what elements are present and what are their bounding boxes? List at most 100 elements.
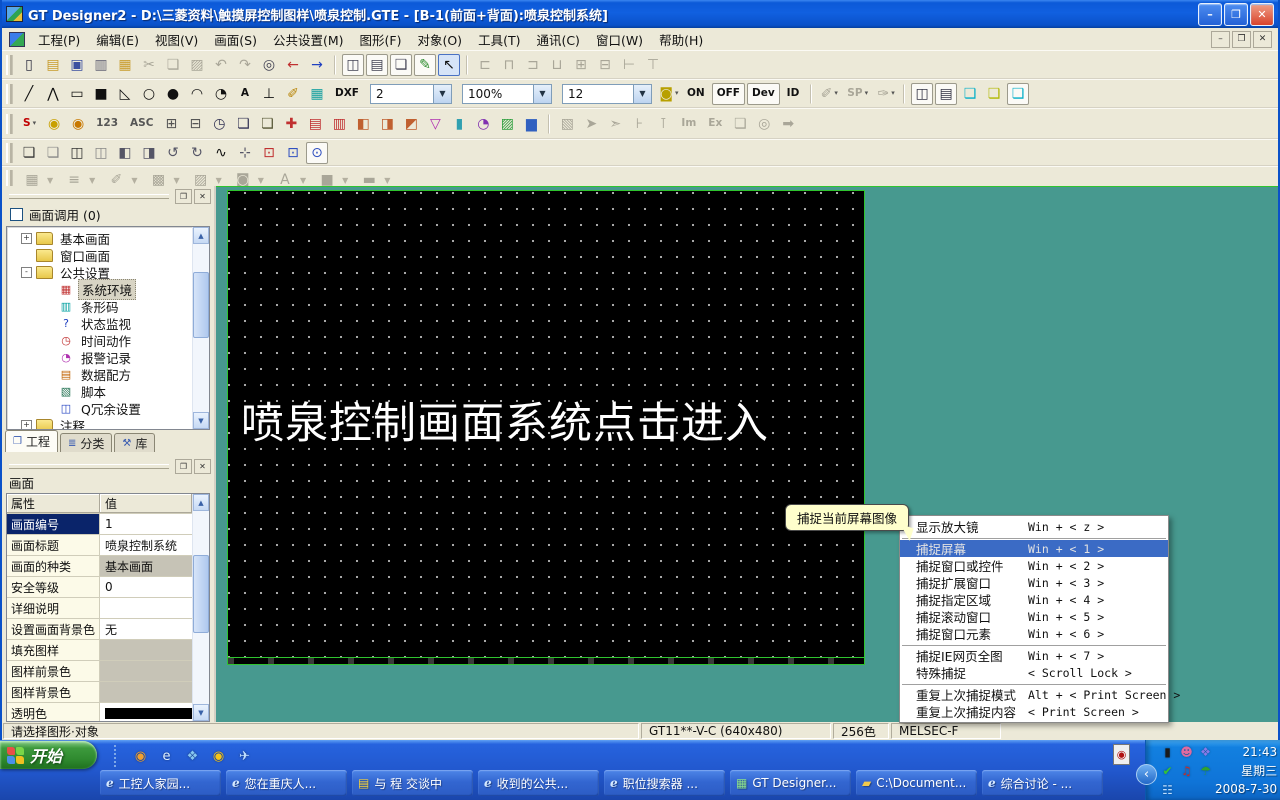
tree-expand-toggle[interactable]: + xyxy=(21,420,32,429)
toolbar-button[interactable]: ✂▾ xyxy=(138,54,160,76)
object-tool-button[interactable]: ▨▾ xyxy=(496,113,518,135)
toolbar-button[interactable]: ▾ xyxy=(334,55,336,75)
font-size-combo[interactable]: 12 ▼ xyxy=(562,84,652,104)
property-value[interactable] xyxy=(100,661,192,681)
minimize-button[interactable]: – xyxy=(1198,3,1222,26)
draw-tool-button[interactable]: ╱▾ xyxy=(18,83,40,105)
menu-item[interactable]: 画面(S) xyxy=(206,28,265,51)
edit-tool-button[interactable]: ❏▾ xyxy=(42,142,64,164)
toolbar-button[interactable]: SP▾ xyxy=(842,83,873,105)
object-tool-button[interactable]: ⊟▾ xyxy=(184,113,206,135)
context-menu-item[interactable]: 捕捉窗口或控件 Win + < 2 > xyxy=(900,557,1168,574)
task-button[interactable]: ▤ 与 程 交谈中 xyxy=(352,770,473,796)
toolbar-grip[interactable] xyxy=(6,143,13,163)
draw-tool-button[interactable]: ◠▾ xyxy=(186,83,208,105)
project-tab[interactable]: ❐ 工程 xyxy=(5,430,58,452)
object-tool-button[interactable]: S▾ xyxy=(18,113,41,135)
draw-tool-button[interactable]: ■▾ xyxy=(90,83,112,105)
property-value[interactable]: 基本画面 xyxy=(100,556,192,576)
property-value[interactable] xyxy=(100,598,192,618)
tray-icon[interactable]: ❖ xyxy=(1196,742,1215,761)
toolbar-button[interactable]: ◎▾ xyxy=(258,54,280,76)
object-tool-button[interactable]: ▽▾ xyxy=(424,113,446,135)
property-row[interactable]: 透明色 xyxy=(7,703,192,721)
toolbar-button[interactable]: ⊟▾ xyxy=(594,54,616,76)
property-value[interactable] xyxy=(100,682,192,702)
edit-tool-button[interactable]: ⊹▾ xyxy=(234,142,256,164)
toolbar-button[interactable]: ❏▾ xyxy=(1007,83,1029,105)
object-tool-button[interactable]: ⊺▾ xyxy=(652,113,674,135)
object-tool-button[interactable]: Im▾ xyxy=(676,113,701,135)
tray-icon[interactable]: ☷ xyxy=(1158,780,1177,799)
toolbar-button[interactable]: ▤▾ xyxy=(42,54,64,76)
combo-dropdown-icon[interactable]: ▼ xyxy=(533,85,551,103)
toolbar-button[interactable]: ▤▾ xyxy=(366,54,388,76)
tree-item[interactable]: 窗口画面 xyxy=(7,247,192,264)
project-tab[interactable]: ≣ 分类 xyxy=(60,433,112,452)
property-row[interactable]: 设置画面背景色 无 xyxy=(7,619,192,640)
context-menu-item[interactable]: 重复上次捕捉模式 Alt + < Print Screen > xyxy=(900,686,1168,703)
object-tool-button[interactable]: ◧▾ xyxy=(352,113,374,135)
panel-float-button[interactable]: ❐ xyxy=(175,189,192,204)
property-row[interactable]: 图样前景色 xyxy=(7,661,192,682)
toolbar-button[interactable]: ❏▾ xyxy=(390,54,412,76)
toolbar-button[interactable]: ❏▾ xyxy=(983,83,1005,105)
quick-launch-icon[interactable]: ◉ xyxy=(209,747,228,766)
draw-tool-button[interactable]: ✐▾ xyxy=(282,83,304,105)
panel-close-button[interactable]: ✕ xyxy=(194,189,211,204)
object-tool-button[interactable]: ➡▾ xyxy=(777,113,799,135)
task-button[interactable]: e 收到的公共... xyxy=(478,770,599,796)
edit-tool-button[interactable]: ∿▾ xyxy=(210,142,232,164)
object-tool-button[interactable]: ◉▾ xyxy=(43,113,65,135)
property-row[interactable]: 画面的种类 基本画面 xyxy=(7,556,192,577)
object-tool-button[interactable]: ▧▾ xyxy=(556,113,578,135)
task-button[interactable]: e 职位搜索器 ... xyxy=(604,770,725,796)
context-menu-item[interactable]: 特殊捕捉 < Scroll Lock > xyxy=(900,664,1168,681)
tray-icon[interactable]: ☂ xyxy=(1196,761,1215,780)
tree-item[interactable]: ◫ Q冗余设置 xyxy=(7,400,192,417)
panel-float-button[interactable]: ❐ xyxy=(175,459,192,474)
property-value[interactable]: 0 xyxy=(100,577,192,597)
context-menu-item[interactable]: 重复上次捕捉内容 < Print Screen > xyxy=(900,703,1168,720)
object-tool-button[interactable]: ◷▾ xyxy=(208,113,230,135)
tray-icon[interactable]: ♫ xyxy=(1177,761,1196,780)
draw-tool-button[interactable]: ◺▾ xyxy=(114,83,136,105)
capture-tray-icon[interactable]: ◉ xyxy=(1113,744,1130,765)
task-button[interactable]: e 综合讨论 - ... xyxy=(982,770,1103,796)
property-row[interactable]: 画面编号 1 xyxy=(7,514,192,535)
property-value[interactable]: 无 xyxy=(100,619,192,639)
draw-tool-button[interactable]: ⊥▾ xyxy=(258,83,280,105)
toolbar-button[interactable]: ✐▾ xyxy=(818,83,840,105)
toolbar-button[interactable]: ✎▾ xyxy=(414,54,436,76)
object-tool-button[interactable]: ▆▾ xyxy=(520,113,542,135)
scroll-down-icon[interactable]: ▼ xyxy=(193,704,209,721)
property-value[interactable]: 喷泉控制系统 xyxy=(100,535,192,555)
toolbar-grip[interactable] xyxy=(6,55,13,75)
mdi-restore-button[interactable]: ❐ xyxy=(1232,31,1251,48)
combo-dropdown-icon[interactable]: ▼ xyxy=(633,85,651,103)
menu-item[interactable]: 工具(T) xyxy=(470,28,528,51)
taskbar-divider[interactable] xyxy=(114,745,120,767)
tree-item[interactable]: ? 状态监视 xyxy=(7,315,192,332)
tree-scrollbar[interactable]: ▲ ▼ xyxy=(192,227,209,429)
object-tool-button[interactable]: ◨▾ xyxy=(376,113,398,135)
tree-item[interactable]: ▤ 数据配方 xyxy=(7,366,192,383)
tray-collapse-icon[interactable]: ‹ xyxy=(1136,764,1157,785)
task-button[interactable]: ▰ C:\Document... xyxy=(856,770,977,796)
canvas-title-text[interactable]: 喷泉控制画面系统点击进入 xyxy=(241,389,853,451)
panel-close-button[interactable]: ✕ xyxy=(194,459,211,474)
screen-canvas[interactable]: 喷泉控制画面系统点击进入 xyxy=(227,190,865,665)
menu-item[interactable]: 视图(V) xyxy=(147,28,206,51)
combo-dropdown-icon[interactable]: ▼ xyxy=(433,85,451,103)
object-tool-button[interactable]: ❏▾ xyxy=(729,113,751,135)
draw-tool-button[interactable]: A▾ xyxy=(234,83,256,105)
menu-item[interactable]: 窗口(W) xyxy=(588,28,651,51)
toolbar-button[interactable]: ⊢▾ xyxy=(618,54,640,76)
toolbar-button[interactable]: ▯▾ xyxy=(18,54,40,76)
toolbar-button[interactable]: ◙▾ xyxy=(658,83,680,105)
toolbar-button[interactable]: ⊏▾ xyxy=(474,54,496,76)
toolbar-button[interactable]: ⊓▾ xyxy=(498,54,520,76)
property-row[interactable]: 填充图样 xyxy=(7,640,192,661)
scroll-up-icon[interactable]: ▲ xyxy=(193,227,209,244)
toolbar-button[interactable]: ON▾ xyxy=(682,83,710,105)
